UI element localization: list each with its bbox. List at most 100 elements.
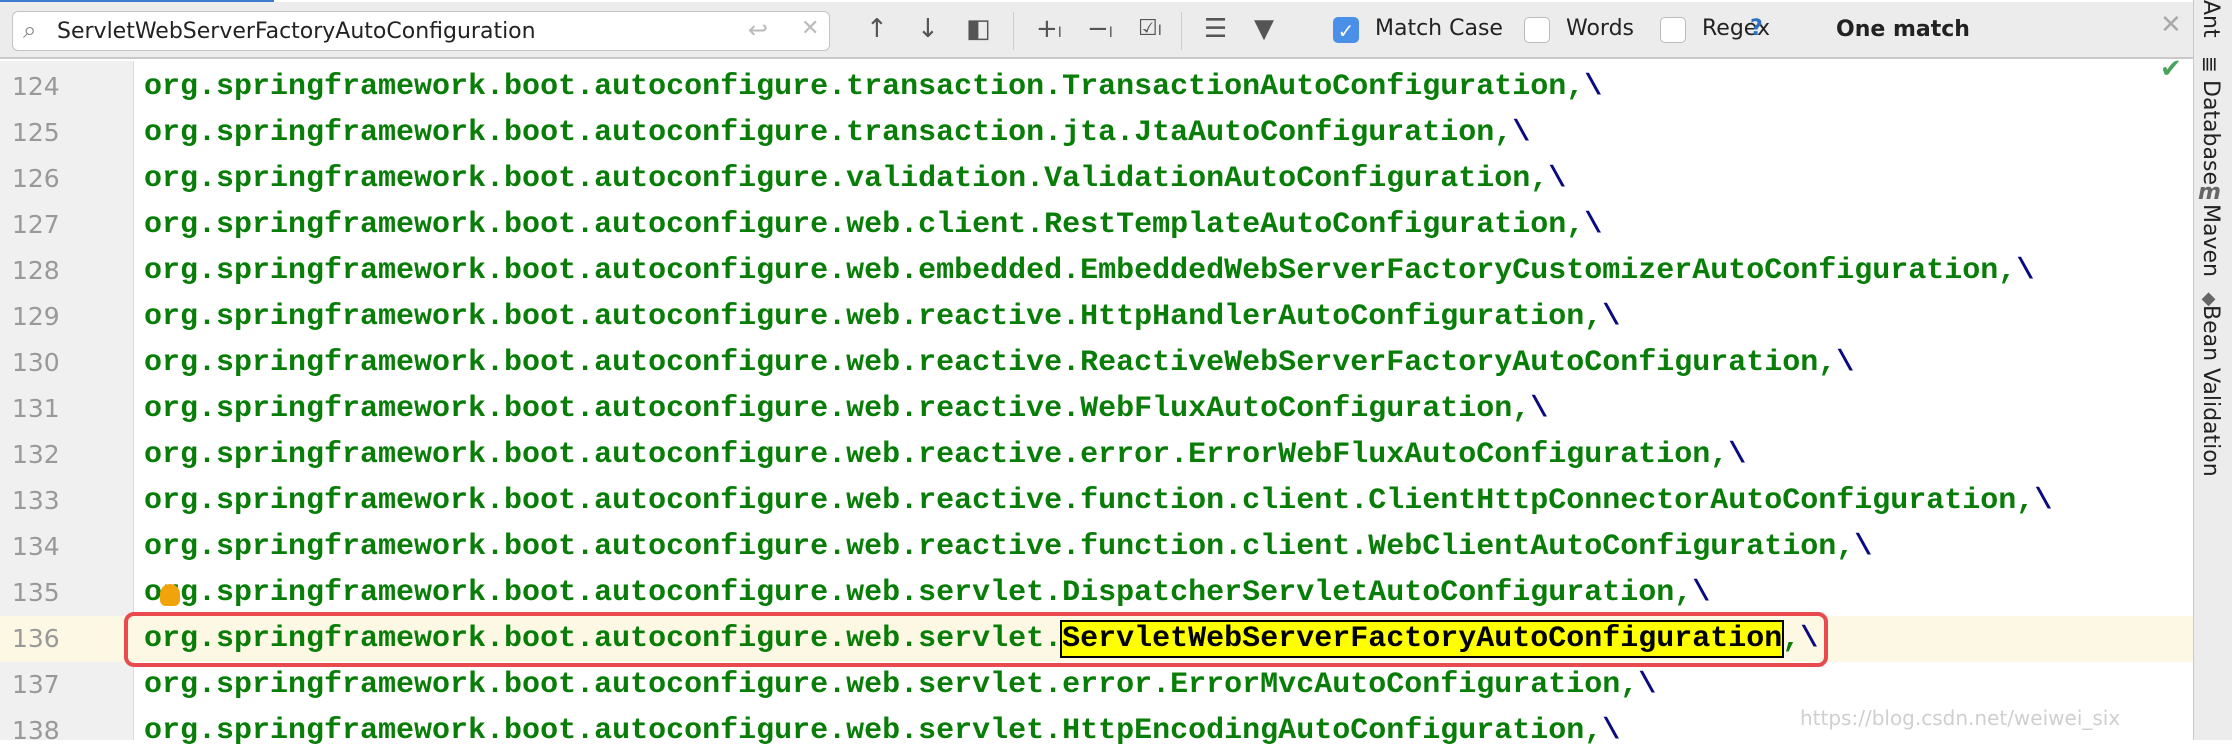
line-continuation: \ xyxy=(1728,438,1747,472)
code-line[interactable]: 132 org.springframework.boot.autoconfigur… xyxy=(0,432,2193,478)
sidebar-item-database[interactable]: Database xyxy=(2198,80,2223,185)
line-continuation: \ xyxy=(2034,484,2053,518)
line-continuation: \ xyxy=(1512,116,1531,150)
match-case-checkbox[interactable]: ✓ xyxy=(1333,17,1359,43)
find-toolbar: ⌕ ↩ ✕ ↑ ↓ ◧ +I −I ☑I ☰ ▼ ✓ Match Case Wo… xyxy=(0,2,2193,59)
line-continuation: \ xyxy=(1602,714,1621,748)
line-number: 128 xyxy=(12,256,60,285)
code-text[interactable]: org.springframework.boot.autoconfigure.w… xyxy=(144,438,1746,472)
code-content: org.springframework.boot.autoconfigure.w… xyxy=(144,346,1837,380)
intention-bulb-icon[interactable] xyxy=(160,584,180,606)
code-line[interactable]: 126 org.springframework.boot.autoconfigur… xyxy=(0,156,2193,202)
code-line[interactable]: 134 org.springframework.boot.autoconfigur… xyxy=(0,524,2193,570)
code-line[interactable]: 127 org.springframework.boot.autoconfigur… xyxy=(0,202,2193,248)
code-text[interactable]: org.springframework.boot.autoconfigure.w… xyxy=(144,392,1548,426)
select-all-check-icon[interactable]: ☑I xyxy=(1138,14,1162,46)
code-text[interactable]: org.springframework.boot.autoconfigure.t… xyxy=(144,70,1602,104)
code-content: org.springframework.boot.autoconfigure.w… xyxy=(144,714,1603,748)
code-content: org.springframework.boot.autoconfigure.w… xyxy=(144,208,1585,242)
line-number: 136 xyxy=(12,624,60,653)
line-continuation: \ xyxy=(1548,162,1567,196)
line-continuation: \ xyxy=(2016,254,2035,288)
match-count: One match xyxy=(1836,17,1970,42)
code-line[interactable]: 125 org.springframework.boot.autoconfigur… xyxy=(0,110,2193,156)
clear-search-icon[interactable]: ✕ xyxy=(801,16,819,41)
line-number: 137 xyxy=(12,670,60,699)
line-number: 138 xyxy=(12,716,60,745)
code-text[interactable]: org.springframework.boot.autoconfigure.w… xyxy=(144,714,1620,748)
sidebar-item-ant[interactable]: Ant xyxy=(2198,0,2223,38)
code-text[interactable]: org.springframework.boot.autoconfigure.t… xyxy=(144,116,1530,150)
code-text[interactable]: org.springframework.boot.autoconfigure.w… xyxy=(144,254,2034,288)
code-text[interactable]: org.springframework.boot.autoconfigure.w… xyxy=(144,300,1620,334)
regex-checkbox[interactable] xyxy=(1660,17,1686,43)
code-content: org.springframework.boot.autoconfigure.w… xyxy=(144,484,2035,518)
maven-icon: m xyxy=(2198,180,2221,205)
words-checkbox[interactable] xyxy=(1524,17,1550,43)
line-continuation: \ xyxy=(1638,668,1657,702)
code-content: org.springframework.boot.autoconfigure.w… xyxy=(144,392,1531,426)
line-number: 135 xyxy=(12,578,60,607)
code-text[interactable]: org.springframework.boot.autoconfigure.w… xyxy=(144,346,1854,380)
select-all-occurrences-icon[interactable]: ◧ xyxy=(966,14,991,44)
divider xyxy=(1181,12,1182,50)
code-line[interactable]: 135 org.springframework.boot.autoconfigur… xyxy=(0,570,2193,616)
line-continuation: \ xyxy=(1602,300,1621,334)
code-text[interactable]: org.springframework.boot.autoconfigure.w… xyxy=(144,530,1872,564)
code-text[interactable]: org.springframework.boot.autoconfigure.w… xyxy=(144,208,1602,242)
annotation-highlight-box xyxy=(124,612,1828,667)
code-content: org.springframework.boot.autoconfigure.w… xyxy=(144,254,2017,288)
line-number: 125 xyxy=(12,118,60,147)
close-find-icon[interactable]: ✕ xyxy=(2160,10,2182,40)
line-continuation: \ xyxy=(1836,346,1855,380)
sidebar-item-bean-validation[interactable]: Bean Validation xyxy=(2198,305,2223,477)
code-content: org.springframework.boot.autoconfigure.w… xyxy=(144,300,1603,334)
search-field[interactable]: ⌕ ↩ ✕ xyxy=(12,11,830,51)
line-number: 127 xyxy=(12,210,60,239)
next-occurrence-icon[interactable]: ↓ xyxy=(917,14,939,44)
search-icon[interactable]: ⌕ xyxy=(23,16,36,44)
code-line[interactable]: 131 org.springframework.boot.autoconfigur… xyxy=(0,386,2193,432)
watermark: https://blog.csdn.net/weiwei_six xyxy=(1800,706,2121,730)
code-line[interactable]: 133 org.springframework.boot.autoconfigur… xyxy=(0,478,2193,524)
code-content: org.springframework.boot.autoconfigure.v… xyxy=(144,162,1549,196)
previous-occurrence-icon[interactable]: ↑ xyxy=(866,14,888,44)
regex-help-link[interactable]: ? xyxy=(1750,16,1763,41)
code-content: org.springframework.boot.autoconfigure.w… xyxy=(144,438,1729,472)
code-line[interactable]: 129 org.springframework.boot.autoconfigur… xyxy=(0,294,2193,340)
code-content: org.springframework.boot.autoconfigure.t… xyxy=(144,116,1513,150)
code-content: org.springframework.boot.autoconfigure.w… xyxy=(144,530,1855,564)
code-line[interactable]: 128 org.springframework.boot.autoconfigur… xyxy=(0,248,2193,294)
code-text[interactable]: org.springframework.boot.autoconfigure.w… xyxy=(144,484,2052,518)
divider xyxy=(1013,12,1014,50)
line-continuation: \ xyxy=(1584,208,1603,242)
search-input[interactable] xyxy=(57,17,697,45)
line-number: 133 xyxy=(12,486,60,515)
line-continuation: \ xyxy=(1530,392,1549,426)
code-text[interactable]: org.springframework.boot.autoconfigure.v… xyxy=(144,162,1566,196)
line-number: 129 xyxy=(12,302,60,331)
database-icon: ≣ xyxy=(2198,56,2222,73)
line-number: 131 xyxy=(12,394,60,423)
code-text[interactable]: org.springframework.boot.autoconfigure.w… xyxy=(144,668,1656,702)
filter-icon[interactable]: ▼ xyxy=(1254,14,1274,44)
match-case-label[interactable]: Match Case xyxy=(1375,16,1503,41)
new-line-icon[interactable]: ↩ xyxy=(748,16,768,44)
remove-occurrence-icon[interactable]: −I xyxy=(1087,14,1113,48)
words-label[interactable]: Words xyxy=(1566,16,1634,41)
code-line[interactable]: 124 org.springframework.boot.autoconfigur… xyxy=(0,64,2193,110)
line-number: 132 xyxy=(12,440,60,469)
code-content: org.springframework.boot.autoconfigure.w… xyxy=(144,668,1639,702)
code-line[interactable]: 130 org.springframework.boot.autoconfigur… xyxy=(0,340,2193,386)
code-content: org.springframework.boot.autoconfigure.t… xyxy=(144,70,1585,104)
line-number: 134 xyxy=(12,532,60,561)
code-text[interactable]: org.springframework.boot.autoconfigure.w… xyxy=(144,576,1710,610)
sidebar-item-maven[interactable]: Maven xyxy=(2198,204,2223,277)
add-occurrence-icon[interactable]: +I xyxy=(1036,14,1062,48)
line-continuation: \ xyxy=(1692,576,1711,610)
filter-lines-icon[interactable]: ☰ xyxy=(1204,14,1227,44)
line-number: 130 xyxy=(12,348,60,377)
right-tool-sidebar: Ant ≣ Database m Maven ◆ Bean Validation xyxy=(2193,0,2232,740)
code-line[interactable]: 137 org.springframework.boot.autoconfigur… xyxy=(0,662,2193,708)
code-content: org.springframework.boot.autoconfigure.w… xyxy=(144,576,1693,610)
